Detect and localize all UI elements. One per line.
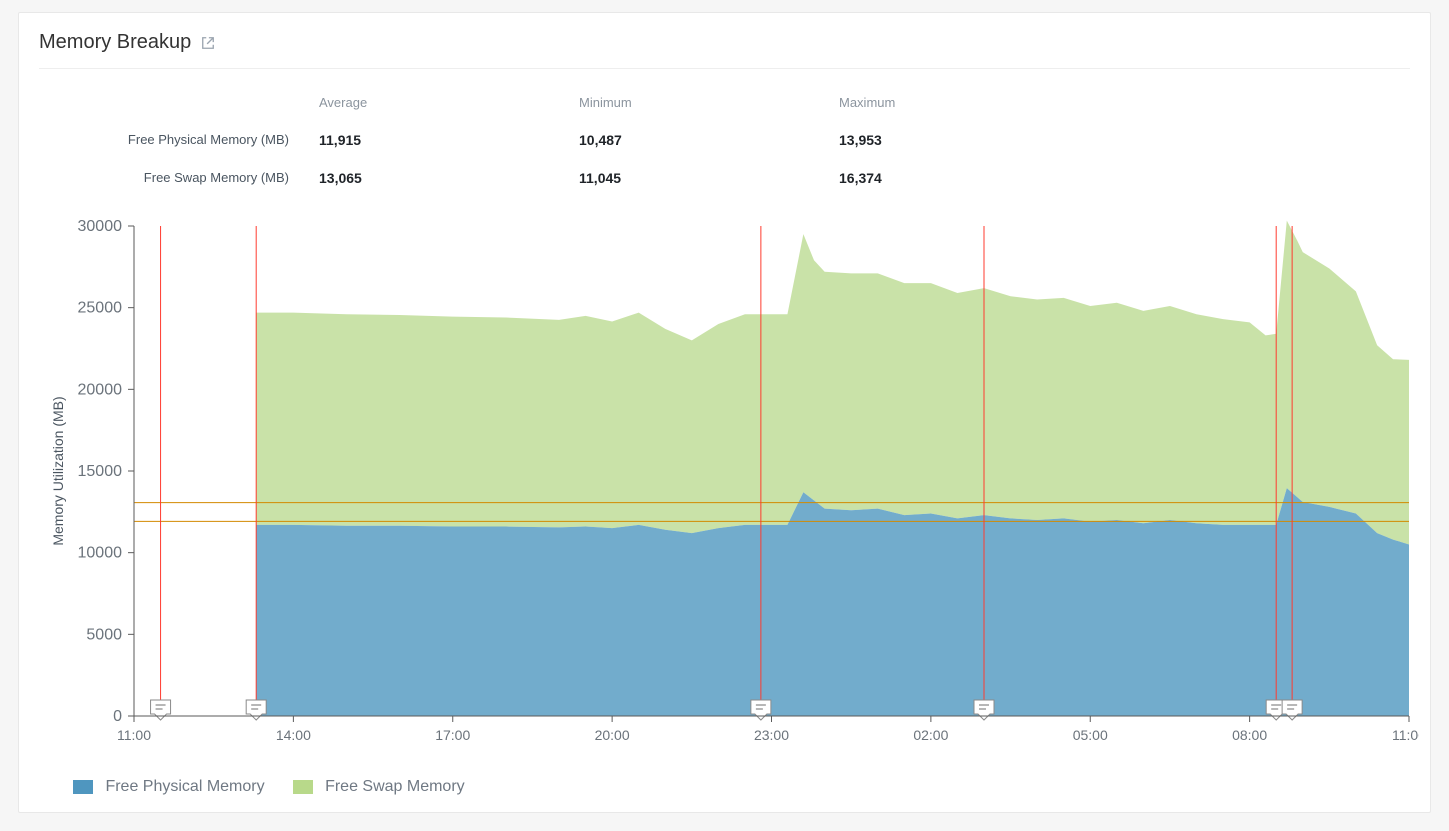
svg-text:05:00: 05:00 xyxy=(1073,727,1108,743)
row-phys-label: Free Physical Memory (MB) xyxy=(39,132,319,148)
row-phys-max: 13,953 xyxy=(839,132,1099,148)
svg-text:08:00: 08:00 xyxy=(1232,727,1267,743)
memory-breakup-card: Memory Breakup Average Minimum Maximum F… xyxy=(18,12,1431,813)
svg-text:10000: 10000 xyxy=(78,545,123,562)
card-title: Memory Breakup xyxy=(39,31,191,54)
col-max: Maximum xyxy=(839,95,1099,110)
row-phys-min: 10,487 xyxy=(579,132,839,148)
svg-text:5000: 5000 xyxy=(86,626,122,643)
popout-icon[interactable] xyxy=(201,36,215,50)
svg-text:02:00: 02:00 xyxy=(913,727,948,743)
svg-text:11:00: 11:00 xyxy=(1392,727,1419,743)
svg-text:23:00: 23:00 xyxy=(754,727,789,743)
svg-text:20:00: 20:00 xyxy=(595,727,630,743)
legend-swatch-swap xyxy=(293,780,313,794)
svg-text:20000: 20000 xyxy=(78,381,123,398)
svg-text:Memory Utilization (MB): Memory Utilization (MB) xyxy=(50,396,66,545)
memory-chart[interactable]: 0 5000 10000 15000 20000 25000 30000 11:00 14:00… xyxy=(39,216,1419,776)
row-swap-avg: 13,065 xyxy=(319,170,579,186)
card-header: Memory Breakup xyxy=(39,31,1410,69)
chart-container: 0 5000 10000 15000 20000 25000 30000 11:00 14:00… xyxy=(39,216,1410,796)
row-phys-avg: 11,915 xyxy=(319,132,579,148)
legend-item-swap[interactable]: Free Swap Memory xyxy=(293,778,465,796)
chart-legend: Free Physical Memory Free Swap Memory xyxy=(39,776,1410,796)
row-swap-label: Free Swap Memory (MB) xyxy=(39,170,319,186)
stats-table: Average Minimum Maximum Free Physical Me… xyxy=(39,69,1410,196)
legend-swatch-phys xyxy=(73,780,93,794)
svg-text:25000: 25000 xyxy=(78,300,123,317)
col-min: Minimum xyxy=(579,95,839,110)
svg-text:17:00: 17:00 xyxy=(435,727,470,743)
row-swap-min: 11,045 xyxy=(579,170,839,186)
row-swap-max: 16,374 xyxy=(839,170,1099,186)
svg-text:14:00: 14:00 xyxy=(276,727,311,743)
svg-text:0: 0 xyxy=(113,708,122,725)
legend-item-phys[interactable]: Free Physical Memory xyxy=(73,778,265,796)
svg-text:11:00: 11:00 xyxy=(117,727,151,743)
col-avg: Average xyxy=(319,95,579,110)
svg-text:15000: 15000 xyxy=(78,463,123,480)
svg-text:30000: 30000 xyxy=(78,218,123,235)
